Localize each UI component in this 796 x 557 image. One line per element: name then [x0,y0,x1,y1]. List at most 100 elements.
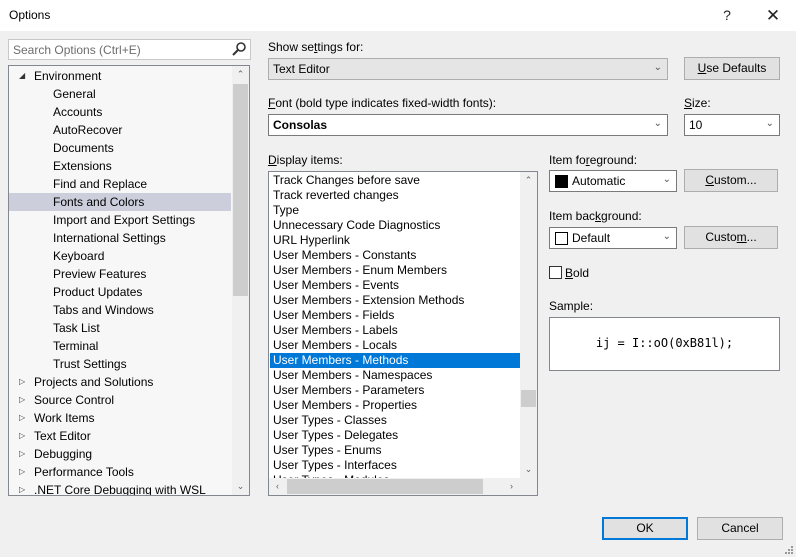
tree-item-label: .NET Core Debugging with WSL [34,483,206,496]
scroll-up-icon[interactable]: ⌃ [232,66,249,83]
ok-button[interactable]: OK [602,517,688,540]
tree-item-label: Fonts and Colors [53,195,145,209]
expanded-arrow-icon[interactable]: ◢ [19,67,25,85]
tree-item[interactable]: ◢ Environment [9,67,231,85]
list-horizontal-scroll-thumb[interactable] [287,479,483,494]
background-custom-button[interactable]: Custom... [684,226,778,249]
tree-item-label: Task List [53,321,100,335]
size-select[interactable]: 10 ⌄ [684,114,780,136]
display-item[interactable]: User Types - Classes [270,413,520,428]
display-item[interactable]: User Members - Properties [270,398,520,413]
collapsed-arrow-icon[interactable]: ▷ [19,427,25,445]
tree-item[interactable]: Trust Settings [9,355,231,373]
tree-item-label: Projects and Solutions [34,375,154,389]
scroll-down-icon[interactable]: ⌄ [520,461,537,478]
size-value: 10 [689,118,703,132]
display-item[interactable]: Type [270,203,520,218]
collapsed-arrow-icon[interactable]: ▷ [19,445,25,463]
list-vertical-scrollbar[interactable]: ⌃ ⌄ [520,172,537,478]
list-horizontal-scrollbar[interactable]: ‹ › [269,478,520,495]
scroll-up-icon[interactable]: ⌃ [520,172,537,189]
display-item[interactable]: User Members - Events [270,278,520,293]
tree-item-label: Performance Tools [34,465,134,479]
tree-item[interactable]: Documents [9,139,231,157]
item-foreground-select[interactable]: Automatic ⌄ [549,170,677,192]
chevron-down-icon: ⌄ [653,118,662,129]
tree-item-label: Keyboard [53,249,105,263]
display-item[interactable]: User Members - Labels [270,323,520,338]
scrollbar-corner [520,478,537,495]
font-select[interactable]: Consolas ⌄ [268,114,668,136]
tree-item[interactable]: Tabs and Windows [9,301,231,319]
scroll-down-icon[interactable]: ⌄ [232,478,249,495]
tree-item[interactable]: ▷ Performance Tools [9,463,231,481]
tree-item[interactable]: ▷ Work Items [9,409,231,427]
tree-item[interactable]: Accounts [9,103,231,121]
tree-item[interactable]: Product Updates [9,283,231,301]
tree-item[interactable]: Preview Features [9,265,231,283]
tree-item[interactable]: ▷ Text Editor [9,427,231,445]
tree-item[interactable]: Terminal [9,337,231,355]
list-vertical-scroll-thumb[interactable] [521,390,536,407]
display-item[interactable]: Unnecessary Code Diagnostics [270,218,520,233]
collapsed-arrow-icon[interactable]: ▷ [19,463,25,481]
options-tree[interactable]: ◢ Environment General Accounts AutoRecover Do… [8,65,250,496]
display-item[interactable]: User Types - Delegates [270,428,520,443]
title-bar: Options ? ✕ [0,0,796,31]
tree-item[interactable]: AutoRecover [9,121,231,139]
search-placeholder: Search Options (Ctrl+E) [13,43,141,57]
tree-item[interactable]: Task List [9,319,231,337]
tree-item-label: AutoRecover [53,123,123,137]
tree-item[interactable]: General [9,85,231,103]
display-item[interactable]: User Types - Interfaces [270,458,520,473]
display-item[interactable]: User Members - Methods [270,353,520,368]
tree-scroll-thumb[interactable] [233,84,248,296]
foreground-custom-button[interactable]: Custom... [684,169,778,192]
display-item[interactable]: Track Changes before save [270,173,520,188]
display-item[interactable]: URL Hyperlink [270,233,520,248]
tree-item-label: International Settings [53,231,166,245]
collapsed-arrow-icon[interactable]: ▷ [19,391,25,409]
display-item[interactable]: User Members - Extension Methods [270,293,520,308]
collapsed-arrow-icon[interactable]: ▷ [19,373,25,391]
close-icon: ✕ [765,6,781,25]
tree-item-label: Terminal [53,339,99,353]
help-button[interactable]: ? [704,0,750,31]
tree-item[interactable]: Import and Export Settings [9,211,231,229]
bold-label[interactable]: Bold [565,266,589,280]
cancel-button[interactable]: Cancel [697,517,783,540]
tree-item[interactable]: Keyboard [9,247,231,265]
display-item[interactable]: Track reverted changes [270,188,520,203]
window-title: Options [9,8,51,22]
display-item[interactable]: User Members - Constants [270,248,520,263]
display-item[interactable]: User Types - Enums [270,443,520,458]
tree-item[interactable]: International Settings [9,229,231,247]
display-item[interactable]: User Members - Fields [270,308,520,323]
collapsed-arrow-icon[interactable]: ▷ [19,409,25,427]
bold-checkbox[interactable] [549,266,562,279]
tree-item[interactable]: Extensions [9,157,231,175]
tree-item[interactable]: ▷ Source Control [9,391,231,409]
display-item[interactable]: User Members - Namespaces [270,368,520,383]
scroll-right-icon[interactable]: › [503,478,520,495]
display-item[interactable]: User Members - Locals [270,338,520,353]
tree-item[interactable]: Find and Replace [9,175,231,193]
display-item[interactable]: User Members - Parameters [270,383,520,398]
collapsed-arrow-icon[interactable]: ▷ [19,481,25,495]
tree-item[interactable]: ▷ Projects and Solutions [9,373,231,391]
scroll-left-icon[interactable]: ‹ [269,478,286,495]
tree-item-label: Work Items [34,411,95,425]
tree-scrollbar[interactable]: ⌃ ⌄ [232,66,249,495]
tree-item[interactable]: ▷ .NET Core Debugging with WSL [9,481,231,496]
show-settings-for-select[interactable]: Text Editor ⌄ [268,58,668,80]
search-icon [232,42,246,56]
close-button[interactable]: ✕ [750,0,796,31]
display-items-list[interactable]: Track Changes before save Track reverted … [268,171,538,496]
display-item[interactable]: User Members - Enum Members [270,263,520,278]
item-background-select[interactable]: Default ⌄ [549,227,677,249]
use-defaults-button[interactable]: Use Defaults [684,57,780,80]
resize-grip-icon[interactable] [783,544,793,554]
tree-item[interactable]: Fonts and Colors [9,193,231,211]
search-input[interactable]: Search Options (Ctrl+E) [8,39,251,60]
tree-item[interactable]: ▷ Debugging [9,445,231,463]
